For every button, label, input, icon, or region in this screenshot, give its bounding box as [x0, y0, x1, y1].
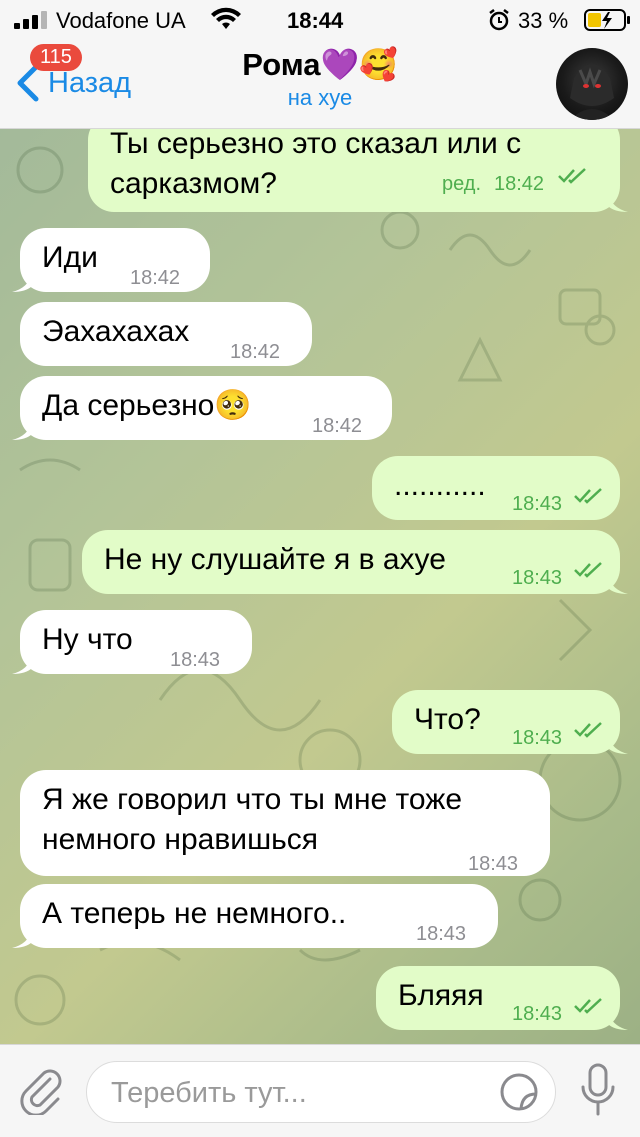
message-text-line: Ты серьезно это сказал или с: [110, 128, 522, 160]
message-bubble-incoming[interactable]: Ну что 18:43: [12, 610, 252, 674]
message-bubble-outgoing[interactable]: Не ну слушайте я в ахуе 18:43: [82, 530, 628, 594]
message-time: 18:43: [170, 649, 221, 671]
double-check-icon: [574, 722, 602, 738]
status-bar: Vodafone UA 18:44 33 %: [0, 0, 640, 40]
message-text: Эахахахах: [42, 315, 190, 348]
message-bubble-outgoing[interactable]: Бляяя 18:43: [376, 966, 628, 1030]
back-label: Назад: [48, 66, 132, 99]
message-text: Не ну слушайте я в ахуе: [104, 543, 446, 576]
mic-icon[interactable]: [578, 1063, 618, 1119]
message-time: 18:42: [312, 415, 363, 437]
message-text: Ну что: [42, 623, 133, 656]
message-time: 18:43: [512, 1003, 563, 1025]
message-time: 18:43: [416, 923, 467, 945]
message-list[interactable]: Ты серьезно это сказал или с сарказмом? …: [0, 128, 640, 1044]
double-check-icon: [574, 998, 602, 1014]
double-check-icon: [574, 562, 602, 578]
message-bubble-outgoing[interactable]: Ты серьезно это сказал или с сарказмом? …: [88, 128, 628, 212]
chat-subtitle: на хуе: [287, 85, 353, 110]
bubble-tail: [12, 274, 32, 292]
bubble-tail: [12, 656, 32, 674]
message-time: 18:43: [468, 853, 519, 875]
unread-count-badge: 115: [30, 44, 82, 71]
bubble-tail: [608, 194, 628, 212]
message-bubble-incoming[interactable]: Да серьезно🥺 18:42: [12, 376, 392, 440]
wifi-icon: [211, 7, 241, 29]
chat-title-block[interactable]: Рома💜🥰 на хуе: [180, 46, 460, 111]
battery-percent: 33 %: [518, 8, 569, 33]
message-input-field[interactable]: [86, 1061, 556, 1123]
message-text: ...........: [394, 469, 486, 502]
double-check-icon: [558, 168, 586, 184]
message-bubble-incoming[interactable]: Иди 18:42: [12, 228, 210, 292]
avatar[interactable]: [556, 48, 628, 120]
status-time: 18:44: [287, 8, 344, 33]
message-text: Что?: [414, 703, 481, 736]
edited-label: ред.: [442, 173, 482, 195]
message-text: А теперь не немного..: [42, 897, 347, 930]
message-bubble-outgoing[interactable]: ........... 18:43: [372, 456, 620, 520]
chat-title: Рома💜🥰: [242, 47, 398, 82]
alarm-icon: [489, 9, 509, 31]
message-text-line: Я же говорил что ты мне тоже: [42, 783, 463, 816]
carrier-name: Vodafone UA: [56, 8, 186, 33]
message-time: 18:42: [230, 341, 281, 363]
message-input[interactable]: [109, 1072, 493, 1114]
double-check-icon: [574, 488, 602, 504]
message-composer: [0, 1044, 640, 1137]
navigation-header: Vodafone UA 18:44 33 % Назад 115 Рома💜🥰 …: [0, 0, 640, 129]
battery-icon: [584, 9, 630, 31]
bubble-tail: [608, 736, 628, 754]
sticker-icon[interactable]: [499, 1072, 539, 1112]
message-text: Иди: [42, 241, 98, 274]
message-time: 18:42: [494, 173, 545, 195]
message-bubble-outgoing[interactable]: Что? 18:43: [392, 690, 628, 754]
message-time: 18:42: [130, 267, 181, 289]
message-bubble-incoming[interactable]: А теперь не немного.. 18:43: [12, 884, 498, 948]
attach-icon[interactable]: [18, 1067, 66, 1115]
message-text-line: немного нравишься: [42, 823, 319, 856]
message-time: 18:43: [512, 727, 563, 749]
message-text: Да серьезно🥺: [42, 389, 252, 422]
message-time: 18:43: [512, 493, 563, 515]
avatar-illustration: [570, 64, 614, 120]
message-bubble-incoming[interactable]: Я же говорил что ты мне тоже немного нра…: [20, 770, 550, 876]
message-time: 18:43: [512, 567, 563, 589]
bubble-tail: [608, 1012, 628, 1030]
bubble-tail: [12, 930, 32, 948]
bubble-tail: [608, 576, 628, 594]
bubble-tail: [12, 422, 32, 440]
message-bubble-incoming[interactable]: Эахахахах 18:42: [20, 302, 312, 366]
message-text: Бляяя: [398, 979, 484, 1012]
signal-icon: [14, 11, 47, 29]
